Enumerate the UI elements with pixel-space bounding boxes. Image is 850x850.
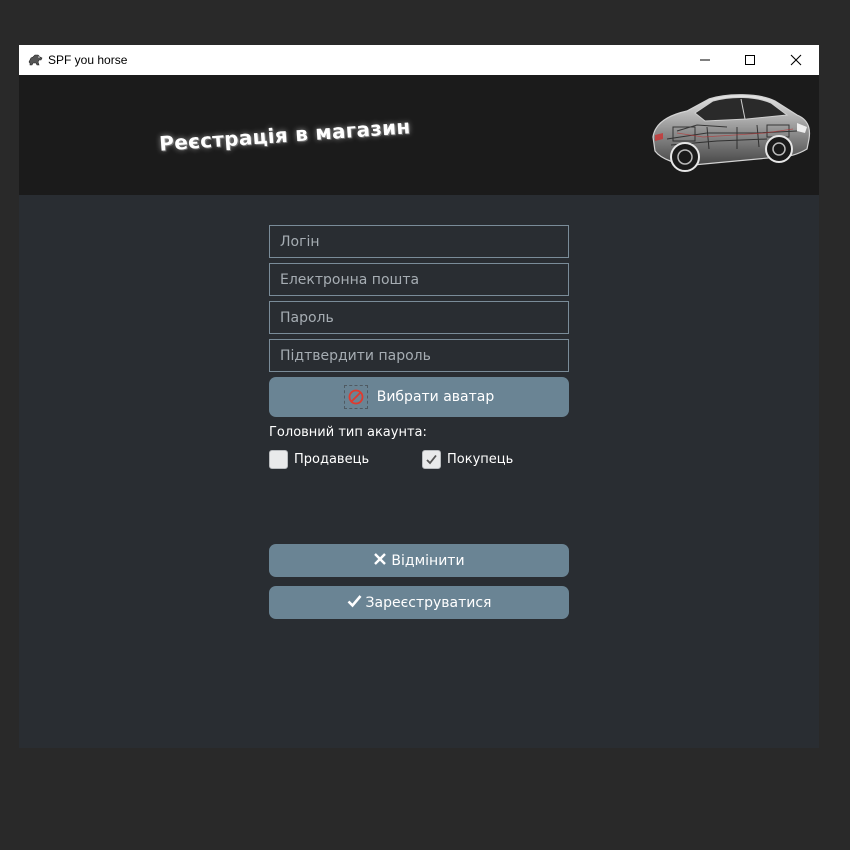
- horse-icon: [27, 52, 43, 68]
- register-button[interactable]: Зареєструватися: [269, 586, 569, 619]
- buyer-checkbox-option[interactable]: Покупець: [422, 450, 513, 469]
- cancel-label: Відмінити: [391, 552, 465, 569]
- confirm-password-field[interactable]: [269, 339, 569, 372]
- email-input[interactable]: [280, 264, 568, 295]
- email-field[interactable]: [269, 263, 569, 296]
- buyer-checkbox[interactable]: [422, 450, 441, 469]
- maximize-icon: [745, 55, 755, 65]
- cancel-button[interactable]: Відмінити: [269, 544, 569, 577]
- maximize-button[interactable]: [727, 45, 773, 75]
- window-title: SPF you horse: [48, 53, 128, 67]
- account-type-label: Головний тип акаунта:: [269, 425, 427, 440]
- choose-avatar-button[interactable]: Вибрати аватар: [269, 377, 569, 417]
- minimize-icon: [700, 59, 710, 61]
- minimize-button[interactable]: [682, 45, 728, 75]
- buyer-label: Покупець: [447, 452, 514, 467]
- title-bar[interactable]: SPF you horse: [19, 45, 819, 75]
- password-input[interactable]: [280, 302, 568, 333]
- login-input[interactable]: [280, 226, 568, 257]
- password-field[interactable]: [269, 301, 569, 334]
- close-icon: [790, 54, 802, 66]
- car-xray-image: [652, 94, 811, 172]
- confirm-password-input[interactable]: [280, 340, 568, 371]
- header-banner: Реєстрація в магазин: [19, 75, 819, 195]
- choose-avatar-label: Вибрати аватар: [376, 389, 495, 405]
- seller-checkbox-option[interactable]: Продавець: [269, 450, 369, 469]
- registration-window: SPF you horse Реєстрація в магазин Логін…: [19, 45, 819, 748]
- register-label: Зареєструватися: [365, 594, 492, 611]
- cross-icon: [373, 551, 387, 570]
- seller-label: Продавець: [294, 452, 370, 467]
- no-image-icon: [343, 385, 368, 409]
- checkmark-icon: [347, 593, 362, 612]
- banner-title: Реєстрація в магазин: [158, 114, 412, 156]
- checkmark-icon: [426, 454, 437, 465]
- close-button[interactable]: [773, 45, 819, 75]
- login-field[interactable]: [269, 225, 569, 258]
- seller-checkbox[interactable]: [269, 450, 288, 469]
